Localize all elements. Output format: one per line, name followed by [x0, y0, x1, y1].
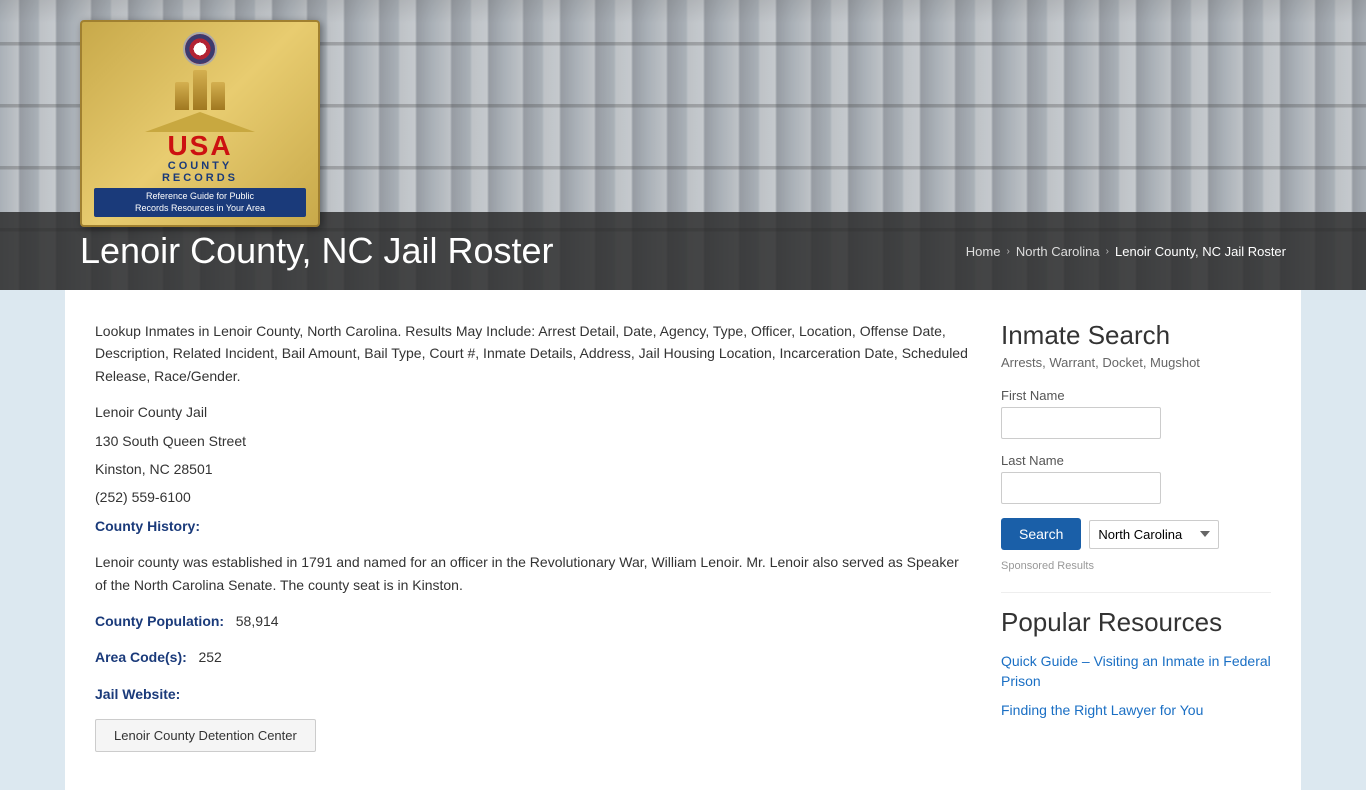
- logo-usa-text: USA: [94, 132, 306, 160]
- search-row: Search AlabamaAlaskaArizonaArkansasCalif…: [1001, 518, 1271, 550]
- popular-resources-title: Popular Resources: [1001, 607, 1271, 638]
- state-select[interactable]: AlabamaAlaskaArizonaArkansasCaliforniaCo…: [1089, 520, 1219, 549]
- hero-section: USA COUNTY RECORDS Reference Guide for P…: [0, 0, 1366, 290]
- last-name-label: Last Name: [1001, 453, 1271, 468]
- jail-website-button[interactable]: Lenoir County Detention Center: [95, 719, 316, 752]
- last-name-group: Last Name: [1001, 453, 1271, 504]
- flag-icon: [183, 32, 217, 66]
- population-value: 58,914: [236, 613, 279, 629]
- address-line1: 130 South Queen Street: [95, 430, 971, 452]
- inmate-search-box: Inmate Search Arrests, Warrant, Docket, …: [1001, 320, 1271, 572]
- inmate-search-title: Inmate Search: [1001, 320, 1271, 351]
- search-button[interactable]: Search: [1001, 518, 1081, 550]
- breadcrumb-sep-2: ›: [1106, 246, 1109, 257]
- last-name-input[interactable]: [1001, 472, 1161, 504]
- logo-records-text: RECORDS: [94, 172, 306, 184]
- sponsored-text: Sponsored Results: [1001, 560, 1271, 572]
- breadcrumb-current: Lenoir County, NC Jail Roster: [1115, 244, 1286, 259]
- divider: [1001, 592, 1271, 593]
- content-area: Lookup Inmates in Lenoir County, North C…: [95, 320, 971, 760]
- phone-number: (252) 559-6100: [95, 486, 971, 508]
- site-logo[interactable]: USA COUNTY RECORDS Reference Guide for P…: [80, 20, 320, 227]
- population-row: County Population: 58,914: [95, 610, 971, 632]
- county-history-label: County History:: [95, 515, 971, 537]
- page-title: Lenoir County, NC Jail Roster: [80, 230, 554, 272]
- first-name-label: First Name: [1001, 388, 1271, 403]
- breadcrumb: Home › North Carolina › Lenoir County, N…: [966, 244, 1286, 259]
- area-code-value: 252: [198, 649, 221, 665]
- resource-link-2[interactable]: Finding the Right Lawyer for You: [1001, 701, 1271, 721]
- jail-website-label: Jail Website:: [95, 683, 971, 705]
- breadcrumb-home[interactable]: Home: [966, 244, 1001, 259]
- sidebar: Inmate Search Arrests, Warrant, Docket, …: [1001, 320, 1271, 760]
- address-line2: Kinston, NC 28501: [95, 458, 971, 480]
- logo-tagline: Reference Guide for Public Records Resou…: [94, 188, 306, 217]
- inmate-search-subtitle: Arrests, Warrant, Docket, Mugshot: [1001, 355, 1271, 370]
- resource-link-1[interactable]: Quick Guide – Visiting an Inmate in Fede…: [1001, 652, 1271, 691]
- jail-name: Lenoir County Jail: [95, 401, 971, 423]
- county-history-text: Lenoir county was established in 1791 an…: [95, 551, 971, 596]
- logo-area: USA COUNTY RECORDS Reference Guide for P…: [80, 20, 320, 227]
- area-code-row: Area Code(s): 252: [95, 646, 971, 668]
- breadcrumb-state[interactable]: North Carolina: [1016, 244, 1100, 259]
- first-name-group: First Name: [1001, 388, 1271, 439]
- logo-county-text: COUNTY: [94, 160, 306, 172]
- description-text: Lookup Inmates in Lenoir County, North C…: [95, 320, 971, 387]
- breadcrumb-sep-1: ›: [1006, 246, 1009, 257]
- main-wrapper: Lookup Inmates in Lenoir County, North C…: [65, 290, 1301, 790]
- first-name-input[interactable]: [1001, 407, 1161, 439]
